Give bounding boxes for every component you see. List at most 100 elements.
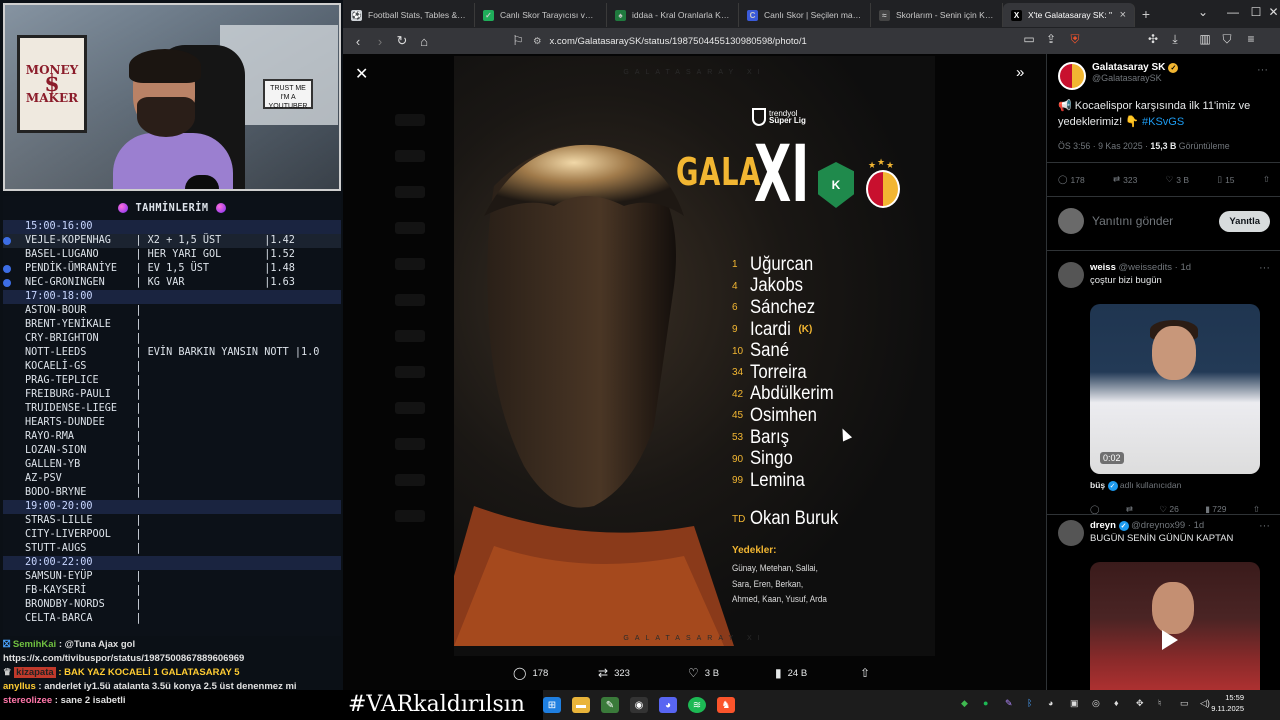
controller-icon[interactable]: ▣ xyxy=(1070,698,1079,709)
tweet-author[interactable]: Galatasaray SK ✓ @GalatasaraySK xyxy=(1058,62,1179,90)
reply-author[interactable]: weiss @weissedits · 1d xyxy=(1090,262,1191,273)
reply-text: çoştur bizi bugün xyxy=(1090,275,1162,286)
download-icon[interactable]: ⤓ xyxy=(1165,32,1185,47)
crest-letter: K xyxy=(831,178,841,192)
reply-submit-button[interactable]: Yanıtla xyxy=(1219,210,1270,232)
obs-icon[interactable]: ◉ xyxy=(630,697,648,713)
tray-icon[interactable]: ♦ xyxy=(1114,698,1119,708)
back-button[interactable]: ‹ xyxy=(347,34,369,49)
reply-tweet[interactable]: dreyn ✓ @dreynox99 · 1d BUGÜN SENİN GÜNÜ… xyxy=(1058,520,1270,690)
hashtag-link[interactable]: #KSvGS xyxy=(1142,116,1184,128)
tray-icon[interactable]: ◆ xyxy=(961,698,968,709)
home-button[interactable]: ⌂ xyxy=(413,34,435,49)
bullet-dot-icon xyxy=(3,265,11,273)
bookmark-icon[interactable]: ⚐ xyxy=(507,33,529,49)
play-icon[interactable] xyxy=(1162,630,1178,650)
reply-action[interactable]: ◯ 178 xyxy=(513,666,548,680)
like-button[interactable]: ♡ 3 B xyxy=(1166,174,1189,185)
author-handle[interactable]: @GalatasaraySK xyxy=(1092,73,1178,83)
share-action[interactable]: ⇧ xyxy=(860,666,870,680)
browser-tab[interactable]: ✓ Canlı Skor Tarayıcısı ve Canlı xyxy=(475,3,607,27)
discord-tray-icon[interactable]: ◕ xyxy=(1048,698,1053,708)
spotify-icon[interactable]: ≋ xyxy=(688,697,706,713)
more-options-icon[interactable]: ··· xyxy=(1259,262,1270,274)
prediction-text: STRAS-LILLE | xyxy=(25,515,142,526)
discord-icon[interactable]: ◕ xyxy=(659,697,677,713)
repost-action[interactable]: ⇄ 323 xyxy=(598,666,630,680)
share-icon[interactable]: ⇪ xyxy=(1041,32,1061,46)
reply-tweet[interactable]: weiss @weissedits · 1d çoştur bizi bugün… xyxy=(1058,262,1270,514)
avatar xyxy=(1058,208,1084,234)
video-thumbnail[interactable] xyxy=(1090,562,1260,690)
tab-bar: ⚽ Football Stats, Tables & Data ✓ Canlı Sko… xyxy=(343,0,1280,28)
player-name: Lemina xyxy=(750,469,805,491)
browser-tab[interactable]: ⚽ Football Stats, Tables & Data xyxy=(343,3,475,27)
brave-shield-icon[interactable]: ⛨ xyxy=(1065,32,1085,47)
reply-author[interactable]: dreyn ✓ @dreynox99 · 1d xyxy=(1090,520,1233,531)
app-icon[interactable]: ✎ xyxy=(601,697,619,713)
menu-icon[interactable]: ≡ xyxy=(1241,32,1261,46)
reply-button[interactable]: ◯ 178 xyxy=(1058,174,1085,185)
browser-tab[interactable]: X X'te Galatasaray SK: " × xyxy=(1003,3,1135,27)
source-name[interactable]: büş xyxy=(1090,480,1105,490)
close-window-button[interactable]: ✕ xyxy=(1267,5,1280,19)
like-action[interactable]: ♡ 3 B xyxy=(688,666,719,680)
network-icon[interactable]: ▭ xyxy=(1180,698,1189,709)
brave-browser-icon[interactable]: ♞ xyxy=(717,697,735,713)
windows-start-icon[interactable]: ⊞ xyxy=(543,697,561,713)
video-thumbnail[interactable]: 0:02 xyxy=(1090,304,1260,474)
player-name: Sané xyxy=(750,340,790,362)
chat-text: https://x.com/tivibuspor/status/19875008… xyxy=(3,653,245,664)
bluetooth-icon[interactable]: ᛒ xyxy=(1027,698,1032,708)
steam-icon[interactable]: ◎ xyxy=(1092,698,1100,709)
pen-tray-icon[interactable]: ✎ xyxy=(1005,698,1013,709)
browser-tab[interactable]: ♠ iddaa - Kral Oranlarla Kralla xyxy=(607,3,739,27)
author-name[interactable]: Galatasaray SK ✓ xyxy=(1092,62,1179,73)
reply-icon: ◯ xyxy=(1058,174,1068,184)
repost-button[interactable]: ⇄ 323 xyxy=(1113,174,1137,185)
file-explorer-icon[interactable]: ▬ xyxy=(572,697,590,713)
gamepad-icon[interactable]: ✥ xyxy=(1136,698,1144,709)
chevron-down-icon[interactable]: ⌄ xyxy=(1193,5,1213,19)
prediction-row: LOZAN-SION | xyxy=(3,444,341,458)
new-tab-button[interactable]: + xyxy=(1135,6,1157,22)
spotify-tray-icon[interactable]: ● xyxy=(983,698,988,708)
microphone-icon[interactable]: ♮ xyxy=(1158,698,1161,709)
tab-favicon-icon: ⚽ xyxy=(351,9,362,21)
subs-list: Günay, Metehan, Sallai, Sara, Eren, Berk… xyxy=(732,561,840,608)
more-options-icon[interactable]: ··· xyxy=(1259,520,1270,532)
system-clock[interactable]: 15:59 9.11.2025 xyxy=(1204,692,1244,714)
site-info-icon[interactable]: ⚙ xyxy=(533,36,542,47)
bookmark-button[interactable]: ▯ 15 xyxy=(1217,174,1234,185)
watermark-bottom: GALATASARAY XI xyxy=(623,635,766,642)
wallet-icon[interactable]: ⛉ xyxy=(1217,32,1237,47)
close-viewer-button[interactable]: ✕ xyxy=(355,64,368,84)
avatar[interactable] xyxy=(1058,262,1084,288)
maximize-button[interactable]: ☐ xyxy=(1246,5,1266,19)
tab-favicon-icon: ♠ xyxy=(615,9,626,21)
cast-icon[interactable]: ▭ xyxy=(1019,32,1039,46)
collapse-panel-button[interactable]: » xyxy=(1016,64,1024,81)
avatar[interactable] xyxy=(1058,520,1084,546)
reply-input[interactable]: Yanıtını gönder xyxy=(1092,214,1211,228)
sidebar-icon[interactable]: ▥ xyxy=(1195,32,1215,46)
more-options-icon[interactable]: ··· xyxy=(1257,64,1268,76)
browser-tab[interactable]: C Canlı Skor | Seçilen maçlar iç xyxy=(739,3,871,27)
browser-tab[interactable]: ≈ Skorlarım - Senin için Kişisel xyxy=(871,3,1003,27)
webcam-feed: MONEY $ MAKER TRUST ME I'M A YOUTUBER xyxy=(3,3,341,191)
reload-button[interactable]: ↻ xyxy=(391,33,413,49)
divider xyxy=(1047,250,1280,251)
tweet-time[interactable]: ÖS 3:56 · 9 Kas 2025 · xyxy=(1058,141,1150,151)
share-button[interactable]: ⇧ xyxy=(1263,174,1270,185)
forward-button[interactable]: › xyxy=(369,34,391,49)
extensions-icon[interactable]: ✣ xyxy=(1143,32,1163,46)
minimize-button[interactable]: — xyxy=(1223,5,1243,19)
address-bar[interactable]: ⚙ x.com/GalatasaraySK/status/19875044551… xyxy=(533,32,1088,50)
avatar[interactable] xyxy=(1058,62,1086,90)
views-action[interactable]: ▮ 24 B xyxy=(775,666,807,680)
heart-icon: ♡ xyxy=(1165,174,1174,184)
chat-text: : sane 2 isabetli xyxy=(54,695,126,706)
background-nav-item xyxy=(395,366,425,378)
stream-chat: ⛝ SemihKai : @Tuna Ajax gol https://x.co… xyxy=(0,638,343,718)
close-tab-icon[interactable]: × xyxy=(1120,9,1126,21)
